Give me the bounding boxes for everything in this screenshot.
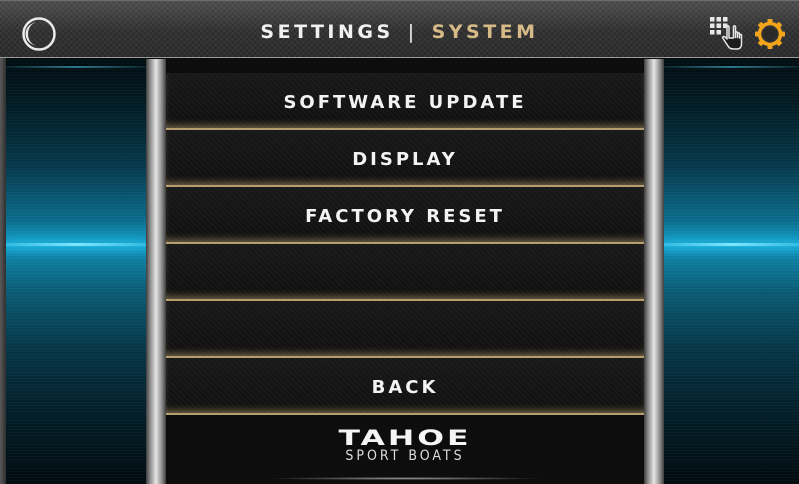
logo-tagline: SPORT BOATS — [345, 448, 465, 464]
empty-menu-slot — [166, 301, 644, 358]
title-separator: | — [407, 21, 418, 43]
title-system: SYSTEM — [431, 21, 539, 43]
touch-grid-button[interactable] — [708, 15, 744, 51]
logo-glow — [266, 477, 544, 480]
empty-menu-slot — [166, 244, 644, 301]
empty-slot-label — [166, 301, 644, 320]
logo-brand: TAHOE — [338, 426, 472, 450]
gear-icon — [755, 19, 785, 49]
title-settings: SETTINGS — [260, 21, 394, 43]
factory-reset-button[interactable]: FACTORY RESET — [166, 187, 644, 244]
left-side-panel — [6, 59, 146, 484]
display-label: DISPLAY — [352, 149, 458, 170]
brand-logo: TAHOE SPORT BOATS — [166, 415, 644, 484]
system-menu: SOFTWARE UPDATE DISPLAY FACTORY RESET BA… — [166, 59, 644, 484]
software-update-label: SOFTWARE UPDATE — [283, 92, 527, 113]
right-chrome-bar — [644, 59, 664, 484]
back-label: BACK — [371, 377, 439, 398]
left-chrome-bar — [146, 59, 166, 484]
right-side-panel — [664, 59, 799, 484]
touch-grid-icon — [710, 17, 743, 50]
factory-reset-label: FACTORY RESET — [305, 206, 505, 227]
software-update-button[interactable]: SOFTWARE UPDATE — [166, 73, 644, 130]
back-button[interactable]: BACK — [166, 358, 644, 415]
header-bar: SETTINGS | SYSTEM — [0, 0, 799, 58]
page-title: SETTINGS | SYSTEM — [0, 20, 799, 44]
empty-slot-label — [166, 244, 644, 263]
display-button[interactable]: DISPLAY — [166, 130, 644, 187]
settings-button[interactable] — [754, 18, 786, 50]
